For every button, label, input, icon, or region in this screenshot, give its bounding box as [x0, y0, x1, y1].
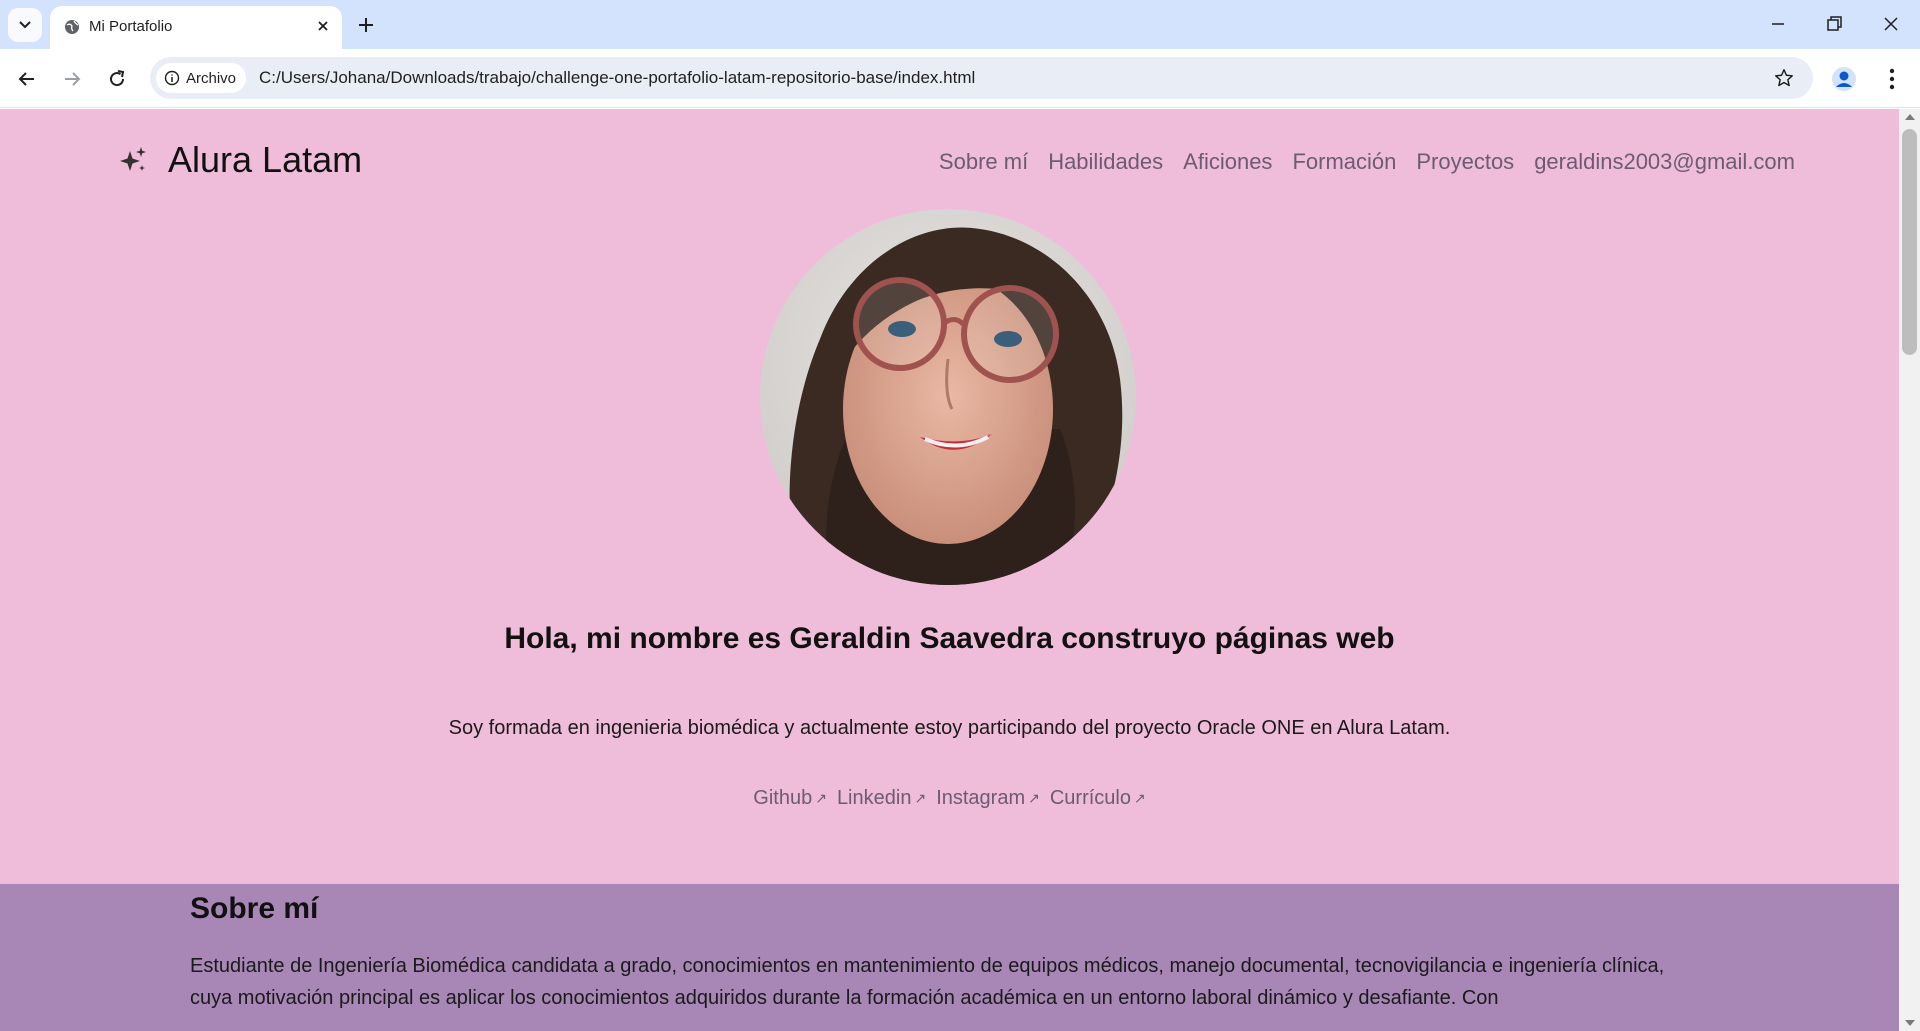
- hero-description: Soy formada en ingenieria biomédica y ac…: [448, 717, 1451, 739]
- globe-icon: [65, 20, 79, 34]
- reload-icon[interactable]: [105, 67, 129, 91]
- curriculo-link[interactable]: Currículo ↗: [1050, 787, 1146, 810]
- minimize-icon[interactable]: [1766, 12, 1790, 36]
- browser-tab[interactable]: Mi Portafolio: [50, 6, 342, 49]
- nav-link-proyectos[interactable]: Proyectos: [1416, 149, 1514, 175]
- bookmark-star-icon[interactable]: [1773, 67, 1795, 89]
- instagram-link[interactable]: Instagram ↗: [936, 787, 1040, 810]
- external-arrow-icon: ↗: [815, 790, 827, 806]
- external-arrow-icon: ↗: [1134, 790, 1146, 806]
- address-bar[interactable]: Archivo C:/Users/Johana/Downloads/trabaj…: [150, 57, 1813, 99]
- main-nav: Sobre mí Habilidades Aficiones Formación…: [939, 149, 1795, 175]
- site-chip-label: Archivo: [186, 69, 237, 87]
- scroll-down-arrow-icon[interactable]: [1905, 1020, 1915, 1026]
- external-arrow-icon: ↗: [914, 790, 927, 806]
- page-scrollbar[interactable]: [1899, 109, 1920, 1031]
- nav-link-habilidades[interactable]: Habilidades: [1048, 149, 1163, 175]
- sparkles-icon: [120, 147, 146, 171]
- scroll-up-arrow-icon[interactable]: [1905, 114, 1915, 120]
- chevron-down-icon: [19, 21, 31, 29]
- social-links: Github ↗ Linkedin ↗ Instagram ↗ Currículo ↗: [0, 787, 1899, 810]
- brand-name: Alura Latam: [168, 139, 363, 180]
- nav-link-formacion[interactable]: Formación: [1292, 149, 1396, 175]
- github-link[interactable]: Github ↗: [753, 787, 827, 810]
- kebab-menu-icon[interactable]: [1885, 66, 1899, 92]
- brand[interactable]: Alura Latam: [118, 139, 362, 181]
- profile-photo: [760, 209, 1136, 585]
- nav-link-aficiones[interactable]: Aficiones: [1183, 149, 1272, 175]
- hero-title: Hola, mi nombre es Geraldin Saavedra con…: [504, 622, 1395, 655]
- linkedin-link[interactable]: Linkedin ↗: [837, 787, 926, 810]
- nav-link-sobre-mi[interactable]: Sobre mí: [939, 149, 1028, 175]
- forward-icon[interactable]: [60, 67, 84, 91]
- profile-avatar-icon[interactable]: [1831, 66, 1857, 92]
- url-text[interactable]: C:/Users/Johana/Downloads/trabajo/challe…: [259, 68, 975, 88]
- browser-toolbar: Archivo C:/Users/Johana/Downloads/trabaj…: [0, 49, 1920, 108]
- tab-search-button[interactable]: [8, 8, 42, 42]
- tab-title: Mi Portafolio: [89, 18, 173, 35]
- close-icon[interactable]: [316, 19, 330, 33]
- external-arrow-icon: ↗: [1028, 790, 1040, 806]
- tab-strip: Mi Portafolio: [0, 0, 1920, 49]
- about-text: Estudiante de Ingeniería Biomédica candi…: [190, 955, 1665, 1009]
- info-icon: [164, 70, 180, 86]
- about-section: Sobre mí Estudiante de Ingeniería Bioméd…: [0, 884, 1899, 1031]
- restore-icon[interactable]: [1822, 12, 1846, 36]
- scroll-thumb[interactable]: [1902, 129, 1917, 355]
- about-title: Sobre mí: [190, 892, 319, 925]
- back-icon[interactable]: [15, 67, 39, 91]
- close-window-icon[interactable]: [1879, 12, 1903, 36]
- nav-link-email[interactable]: geraldins2003@gmail.com: [1534, 149, 1795, 175]
- plus-icon[interactable]: [354, 13, 378, 37]
- page-viewport: Alura Latam Sobre mí Habilidades Aficion…: [0, 109, 1899, 1031]
- site-info-chip[interactable]: Archivo: [156, 63, 247, 93]
